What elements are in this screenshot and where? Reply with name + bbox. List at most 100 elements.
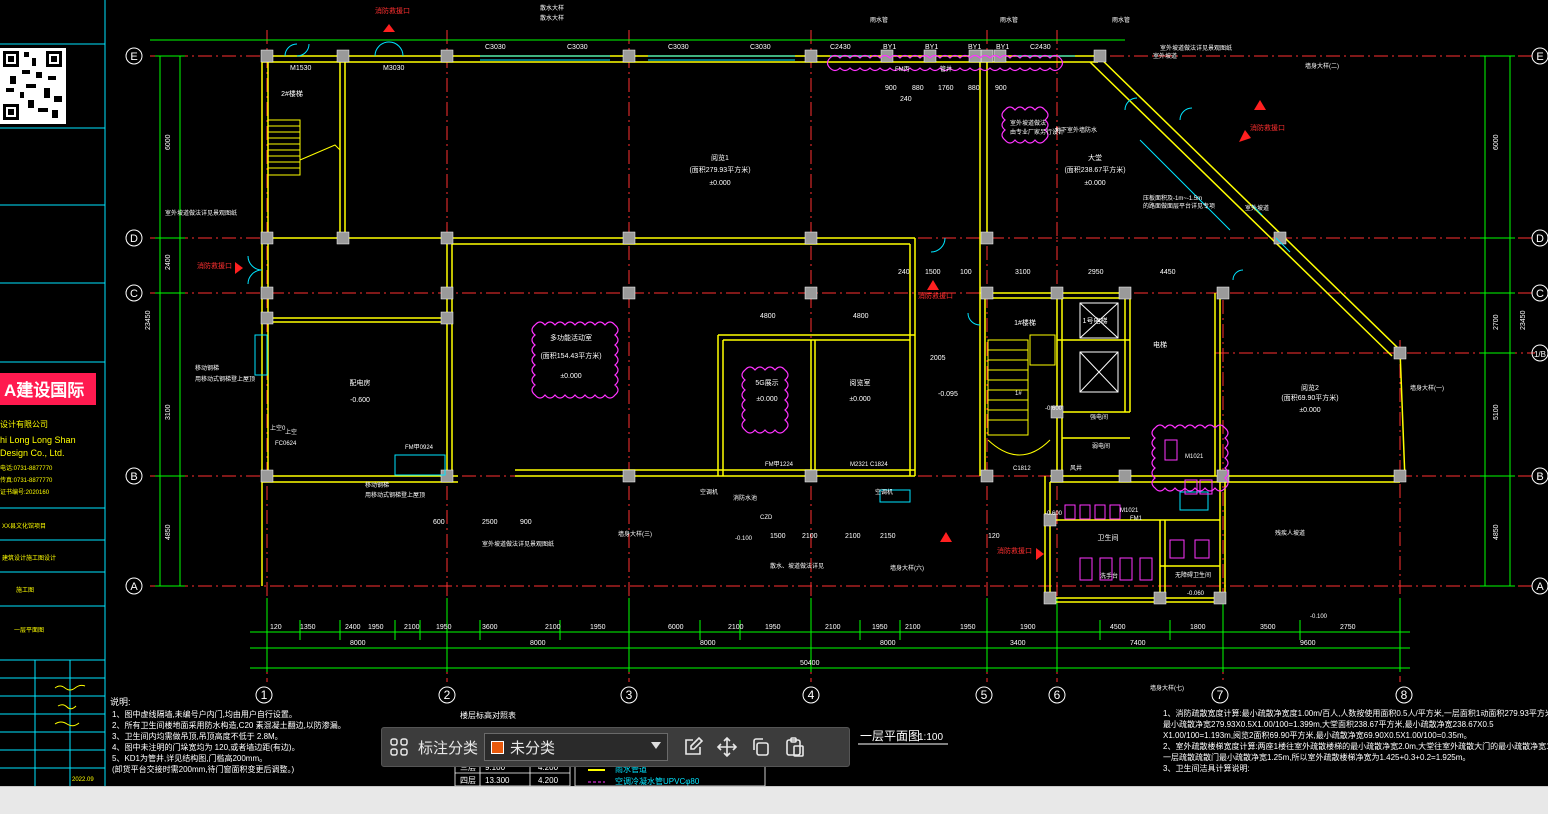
copy-icon[interactable] bbox=[744, 730, 778, 764]
svg-text:-0.100: -0.100 bbox=[735, 536, 753, 542]
svg-text:4800: 4800 bbox=[760, 313, 776, 320]
note-line: 3、卫生间内均需做吊顶,吊顶高度不低于 2.8M。 bbox=[112, 731, 283, 741]
room-name-stair1: 1#楼梯 bbox=[1014, 318, 1036, 327]
svg-text:1900: 1900 bbox=[1020, 624, 1036, 631]
svg-text:120: 120 bbox=[988, 533, 1000, 540]
svg-text:2750: 2750 bbox=[1340, 624, 1356, 631]
grid-row-label: E bbox=[130, 51, 137, 63]
grid-row-label: 1/B bbox=[1534, 350, 1546, 359]
svg-text:23450: 23450 bbox=[145, 310, 152, 330]
svg-text:4.200: 4.200 bbox=[538, 776, 559, 785]
svg-text:2150: 2150 bbox=[880, 533, 896, 540]
svg-text:-0.100: -0.100 bbox=[1310, 614, 1328, 620]
svg-text:4850: 4850 bbox=[1493, 524, 1500, 540]
structural-column bbox=[980, 286, 994, 300]
svg-text:2100: 2100 bbox=[825, 624, 841, 631]
grid-row-label: C bbox=[130, 288, 138, 300]
structural-column bbox=[622, 469, 636, 483]
svg-text:2950: 2950 bbox=[1088, 269, 1104, 276]
svg-text:13.300: 13.300 bbox=[485, 776, 510, 785]
note-line: 4、图中未注明的门垛宽均为 120,或者墙边距(有边)。 bbox=[112, 742, 300, 752]
annotation-category-select[interactable]: 未分类 bbox=[484, 733, 669, 761]
room-level-reading-room: ±0.000 bbox=[849, 396, 870, 403]
structural-column bbox=[804, 286, 818, 300]
room-name-multipurpose: 多功能活动室 bbox=[550, 333, 592, 342]
svg-text:移动钢梯: 移动钢梯 bbox=[365, 481, 389, 489]
svg-text:的路面做面层平台详见专项: 的路面做面层平台详见专项 bbox=[1143, 202, 1215, 210]
svg-text:1950: 1950 bbox=[368, 624, 384, 631]
room-name-elevator: 电梯 bbox=[1153, 340, 1167, 349]
room-level-reading2: ±0.000 bbox=[1299, 407, 1320, 414]
room-level-5g: ±0.000 bbox=[756, 396, 777, 403]
structural-column bbox=[622, 49, 636, 63]
annotation-toolbar: 标注分类 未分类 bbox=[381, 727, 850, 767]
room-tag-elevator: 1号电梯 bbox=[1083, 316, 1108, 325]
svg-text:3100: 3100 bbox=[1015, 269, 1031, 276]
paste-icon[interactable] bbox=[778, 730, 812, 764]
svg-text:M1021: M1021 bbox=[1120, 508, 1139, 514]
structural-column bbox=[1118, 286, 1132, 300]
svg-text:6000: 6000 bbox=[165, 134, 172, 150]
room-name-reading1: 阅览1 bbox=[711, 153, 729, 162]
svg-text:C1824: C1824 bbox=[870, 462, 888, 468]
structural-column bbox=[440, 286, 454, 300]
svg-text:无障碍卫生间: 无障碍卫生间 bbox=[1175, 571, 1211, 579]
svg-text:1800: 1800 bbox=[1190, 624, 1206, 631]
structural-column bbox=[1050, 286, 1064, 300]
grid-row-label: D bbox=[1536, 233, 1544, 245]
svg-text:用移动式钢梯登上屋顶: 用移动式钢梯登上屋顶 bbox=[195, 375, 255, 383]
svg-text:8000: 8000 bbox=[880, 640, 896, 647]
sheet-name: 一层平面图 bbox=[14, 627, 44, 634]
svg-text:空调机: 空调机 bbox=[875, 488, 893, 496]
svg-text:4450: 4450 bbox=[1160, 269, 1176, 276]
grid-column-label: 8 bbox=[1401, 688, 1408, 702]
svg-text:6000: 6000 bbox=[668, 624, 684, 631]
svg-text:9600: 9600 bbox=[1300, 640, 1316, 647]
svg-text:CZD: CZD bbox=[760, 515, 773, 521]
svg-text:雨水管: 雨水管 bbox=[1112, 16, 1130, 24]
drawing-scale: 1:100 bbox=[918, 732, 943, 743]
svg-text:2100: 2100 bbox=[845, 533, 861, 540]
svg-text:240: 240 bbox=[900, 96, 912, 103]
structural-column bbox=[804, 469, 818, 483]
svg-text:100: 100 bbox=[960, 269, 972, 276]
svg-text:600: 600 bbox=[433, 519, 445, 526]
svg-text:C3030: C3030 bbox=[567, 44, 588, 51]
svg-text:室外坡道做法详见景观图纸: 室外坡道做法详见景观图纸 bbox=[165, 209, 237, 217]
svg-text:900: 900 bbox=[885, 85, 897, 92]
room-level-reading1: ±0.000 bbox=[709, 180, 730, 187]
svg-text:散水大样: 散水大样 bbox=[540, 4, 564, 12]
svg-text:XX县文化馆项目: XX县文化馆项目 bbox=[2, 522, 46, 530]
svg-text:900: 900 bbox=[995, 85, 1007, 92]
svg-text:1350: 1350 bbox=[300, 624, 316, 631]
room-level-multipurpose: ±0.000 bbox=[560, 373, 581, 380]
notes-heading: 说明: bbox=[110, 696, 131, 707]
room-area-reading1: (面积279.93平方米) bbox=[689, 165, 750, 174]
svg-text:2500: 2500 bbox=[482, 519, 498, 526]
svg-text:2100: 2100 bbox=[545, 624, 561, 631]
company-name-en1: hi Long Long Shan bbox=[0, 435, 76, 445]
svg-text:墙身大样(三): 墙身大样(三) bbox=[618, 530, 652, 538]
grid-apps-icon[interactable] bbox=[382, 730, 416, 764]
right-note-line: 2、室外疏散楼梯宽度计算:两座1楼往室外疏散楼梯的最小疏散净宽2.0m,大堂往室… bbox=[1163, 741, 1548, 751]
company-name-cn: 设计有限公司 bbox=[0, 419, 48, 429]
svg-text:C2430: C2430 bbox=[830, 44, 851, 51]
move-icon[interactable] bbox=[710, 730, 744, 764]
svg-text:FC0624: FC0624 bbox=[275, 441, 297, 447]
company-name-en2: Design Co., Ltd. bbox=[0, 448, 65, 458]
room-name-reading2: 阅览2 bbox=[1301, 383, 1319, 392]
svg-text:雨水管: 雨水管 bbox=[1000, 16, 1018, 24]
edit-icon[interactable] bbox=[676, 730, 710, 764]
svg-text:2100: 2100 bbox=[802, 533, 818, 540]
svg-text:900: 900 bbox=[520, 519, 532, 526]
svg-text:FM甲0924: FM甲0924 bbox=[405, 444, 434, 451]
legend-title: 楼层标高对照表 bbox=[460, 710, 516, 720]
structural-column bbox=[1043, 591, 1057, 605]
svg-text:-0.600: -0.600 bbox=[1045, 406, 1063, 412]
room-name-stair2: 2#楼梯 bbox=[281, 89, 303, 98]
svg-text:2100: 2100 bbox=[404, 624, 420, 631]
svg-text:墙身大样(六): 墙身大样(六) bbox=[890, 564, 924, 572]
company-logo-text: A建设国际 bbox=[4, 380, 84, 400]
cad-drawing-canvas[interactable]: A建设国际 设计有限公司 hi Long Long Shan Design Co… bbox=[0, 0, 1548, 813]
right-note-line: 最小疏散净宽279.93X0.5X1.00/100=1.399m,大堂面积238… bbox=[1163, 719, 1494, 729]
